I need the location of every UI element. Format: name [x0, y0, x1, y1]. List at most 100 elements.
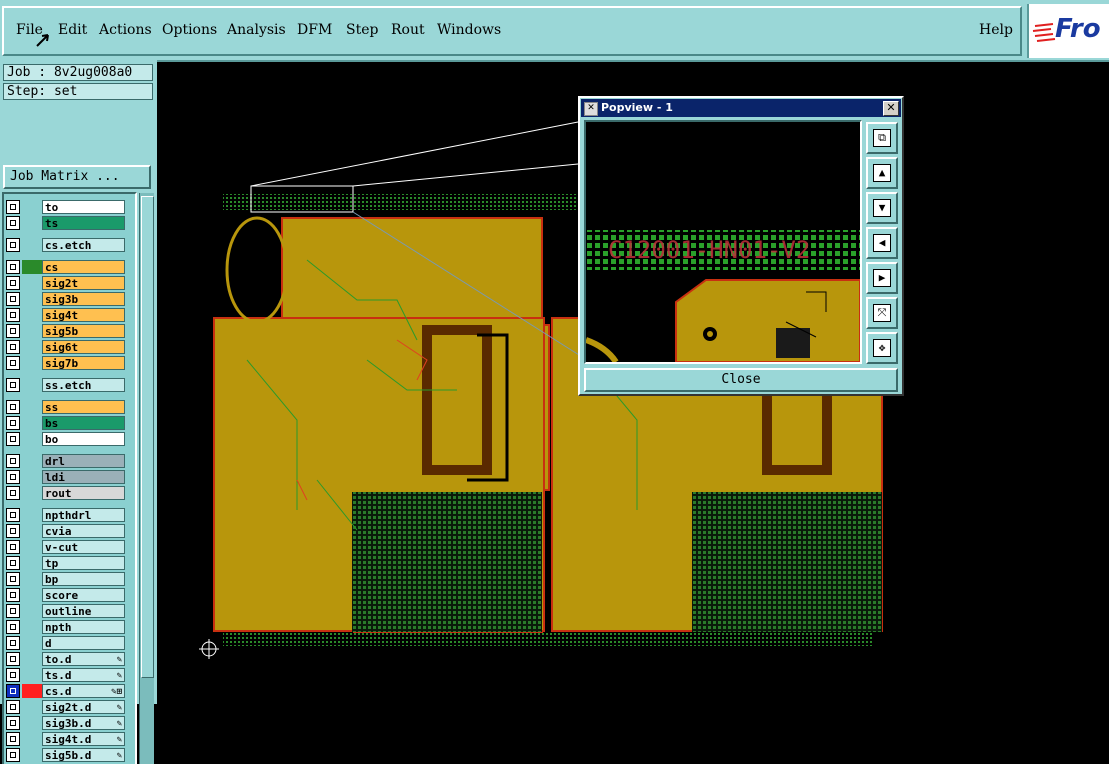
- layer-row[interactable]: cvia: [6, 524, 126, 538]
- layer-name[interactable]: outline: [42, 604, 125, 618]
- layer-color-swatch[interactable]: [22, 378, 42, 392]
- layer-row[interactable]: sig3b.d ✎: [6, 716, 126, 730]
- layer-name[interactable]: sig4t.d ✎: [42, 732, 125, 746]
- layer-name[interactable]: sig5b: [42, 324, 125, 338]
- layer-checkbox[interactable]: [6, 200, 20, 214]
- layer-checkbox[interactable]: [6, 416, 20, 430]
- layer-row[interactable]: score: [6, 588, 126, 602]
- layer-color-swatch[interactable]: [22, 340, 42, 354]
- layer-name[interactable]: sig5b.d ✎: [42, 748, 125, 762]
- layer-checkbox[interactable]: [6, 216, 20, 230]
- layer-row[interactable]: tp: [6, 556, 126, 570]
- layer-name[interactable]: ss.etch: [42, 378, 125, 392]
- layer-row[interactable]: rout: [6, 486, 126, 500]
- scrollbar-thumb[interactable]: [141, 196, 154, 678]
- layer-row[interactable]: ss: [6, 400, 126, 414]
- menu-step[interactable]: Step: [346, 22, 378, 38]
- layer-row[interactable]: sig3b: [6, 292, 126, 306]
- layer-name[interactable]: cs: [42, 260, 125, 274]
- layer-color-swatch[interactable]: [22, 508, 42, 522]
- layer-name[interactable]: ts: [42, 216, 125, 230]
- layer-name[interactable]: to: [42, 200, 125, 214]
- layer-row[interactable]: ss.etch: [6, 378, 126, 392]
- layer-row[interactable]: sig4t: [6, 308, 126, 322]
- layer-color-swatch[interactable]: [22, 486, 42, 500]
- layer-color-swatch[interactable]: [22, 432, 42, 446]
- layer-checkbox[interactable]: [6, 540, 20, 554]
- layer-checkbox[interactable]: [6, 324, 20, 338]
- layer-name[interactable]: score: [42, 588, 125, 602]
- window-close-icon[interactable]: ✕: [883, 101, 899, 116]
- layer-row[interactable]: to: [6, 200, 126, 214]
- layer-color-swatch[interactable]: [22, 588, 42, 602]
- layer-checkbox[interactable]: [6, 486, 20, 500]
- layer-row[interactable]: to.d ✎: [6, 652, 126, 666]
- layer-color-swatch[interactable]: [22, 216, 42, 230]
- menu-edit[interactable]: Edit: [58, 22, 87, 38]
- layer-name[interactable]: sig3b.d ✎: [42, 716, 125, 730]
- pan-up-button[interactable]: ▲: [866, 157, 898, 189]
- layer-color-swatch[interactable]: [22, 748, 42, 762]
- layer-row[interactable]: drl: [6, 454, 126, 468]
- layer-color-swatch[interactable]: [22, 556, 42, 570]
- layer-checkbox[interactable]: [6, 620, 20, 634]
- layer-color-swatch[interactable]: [22, 716, 42, 730]
- layer-name[interactable]: v-cut: [42, 540, 125, 554]
- layer-color-swatch[interactable]: [22, 470, 42, 484]
- layer-color-swatch[interactable]: [22, 700, 42, 714]
- popview-viewport[interactable]: C12001-HN01-V2: [584, 120, 862, 364]
- layer-name[interactable]: ts.d ✎: [42, 668, 125, 682]
- layer-color-swatch[interactable]: [22, 454, 42, 468]
- layer-checkbox[interactable]: [6, 432, 20, 446]
- menu-dfm[interactable]: DFM: [297, 22, 332, 38]
- layer-color-swatch[interactable]: [22, 732, 42, 746]
- layer-name[interactable]: sig7b: [42, 356, 125, 370]
- layer-row[interactable]: sig5b.d ✎: [6, 748, 126, 762]
- popview-titlebar[interactable]: ✕ Popview - 1 ✕: [581, 99, 901, 117]
- layer-row[interactable]: bs: [6, 416, 126, 430]
- layer-color-swatch[interactable]: [22, 604, 42, 618]
- job-matrix-button[interactable]: Job Matrix ...: [3, 165, 151, 189]
- layer-row[interactable]: sig2t: [6, 276, 126, 290]
- layer-color-swatch[interactable]: [22, 684, 42, 698]
- zoom-out-button[interactable]: ⤧: [866, 297, 898, 329]
- layer-checkbox[interactable]: [6, 732, 20, 746]
- layer-name[interactable]: tp: [42, 556, 125, 570]
- menu-options[interactable]: Options: [162, 22, 217, 38]
- layer-name[interactable]: npth: [42, 620, 125, 634]
- zoom-in-button[interactable]: ✥: [866, 332, 898, 364]
- layer-color-swatch[interactable]: [22, 540, 42, 554]
- layer-row[interactable]: outline: [6, 604, 126, 618]
- layer-color-swatch[interactable]: [22, 356, 42, 370]
- layer-color-swatch[interactable]: [22, 200, 42, 214]
- layer-row[interactable]: cs: [6, 260, 126, 274]
- layer-checkbox[interactable]: [6, 260, 20, 274]
- layer-row[interactable]: bo: [6, 432, 126, 446]
- layer-name[interactable]: ss: [42, 400, 125, 414]
- layer-checkbox[interactable]: [6, 454, 20, 468]
- layer-checkbox[interactable]: [6, 588, 20, 602]
- layer-checkbox[interactable]: [6, 668, 20, 682]
- layer-checkbox[interactable]: [6, 356, 20, 370]
- layer-checkbox[interactable]: [6, 700, 20, 714]
- layer-row[interactable]: bp: [6, 572, 126, 586]
- layer-row[interactable]: npth: [6, 620, 126, 634]
- layer-checkbox[interactable]: [6, 378, 20, 392]
- layer-row[interactable]: sig4t.d ✎: [6, 732, 126, 746]
- layer-row[interactable]: sig5b: [6, 324, 126, 338]
- layer-scrollbar[interactable]: [139, 193, 154, 764]
- layer-checkbox[interactable]: [6, 556, 20, 570]
- layer-checkbox[interactable]: [6, 308, 20, 322]
- layer-name[interactable]: drl: [42, 454, 125, 468]
- layer-name[interactable]: bs: [42, 416, 125, 430]
- pan-down-button[interactable]: ▼: [866, 192, 898, 224]
- pan-right-button[interactable]: ▶: [866, 262, 898, 294]
- layer-name[interactable]: sig6t: [42, 340, 125, 354]
- layer-name[interactable]: cvia: [42, 524, 125, 538]
- layer-name[interactable]: sig3b: [42, 292, 125, 306]
- layer-checkbox[interactable]: [6, 748, 20, 762]
- layer-name[interactable]: cs.etch: [42, 238, 125, 252]
- menu-help[interactable]: Help: [979, 22, 1013, 38]
- layer-color-swatch[interactable]: [22, 324, 42, 338]
- layer-checkbox[interactable]: [6, 604, 20, 618]
